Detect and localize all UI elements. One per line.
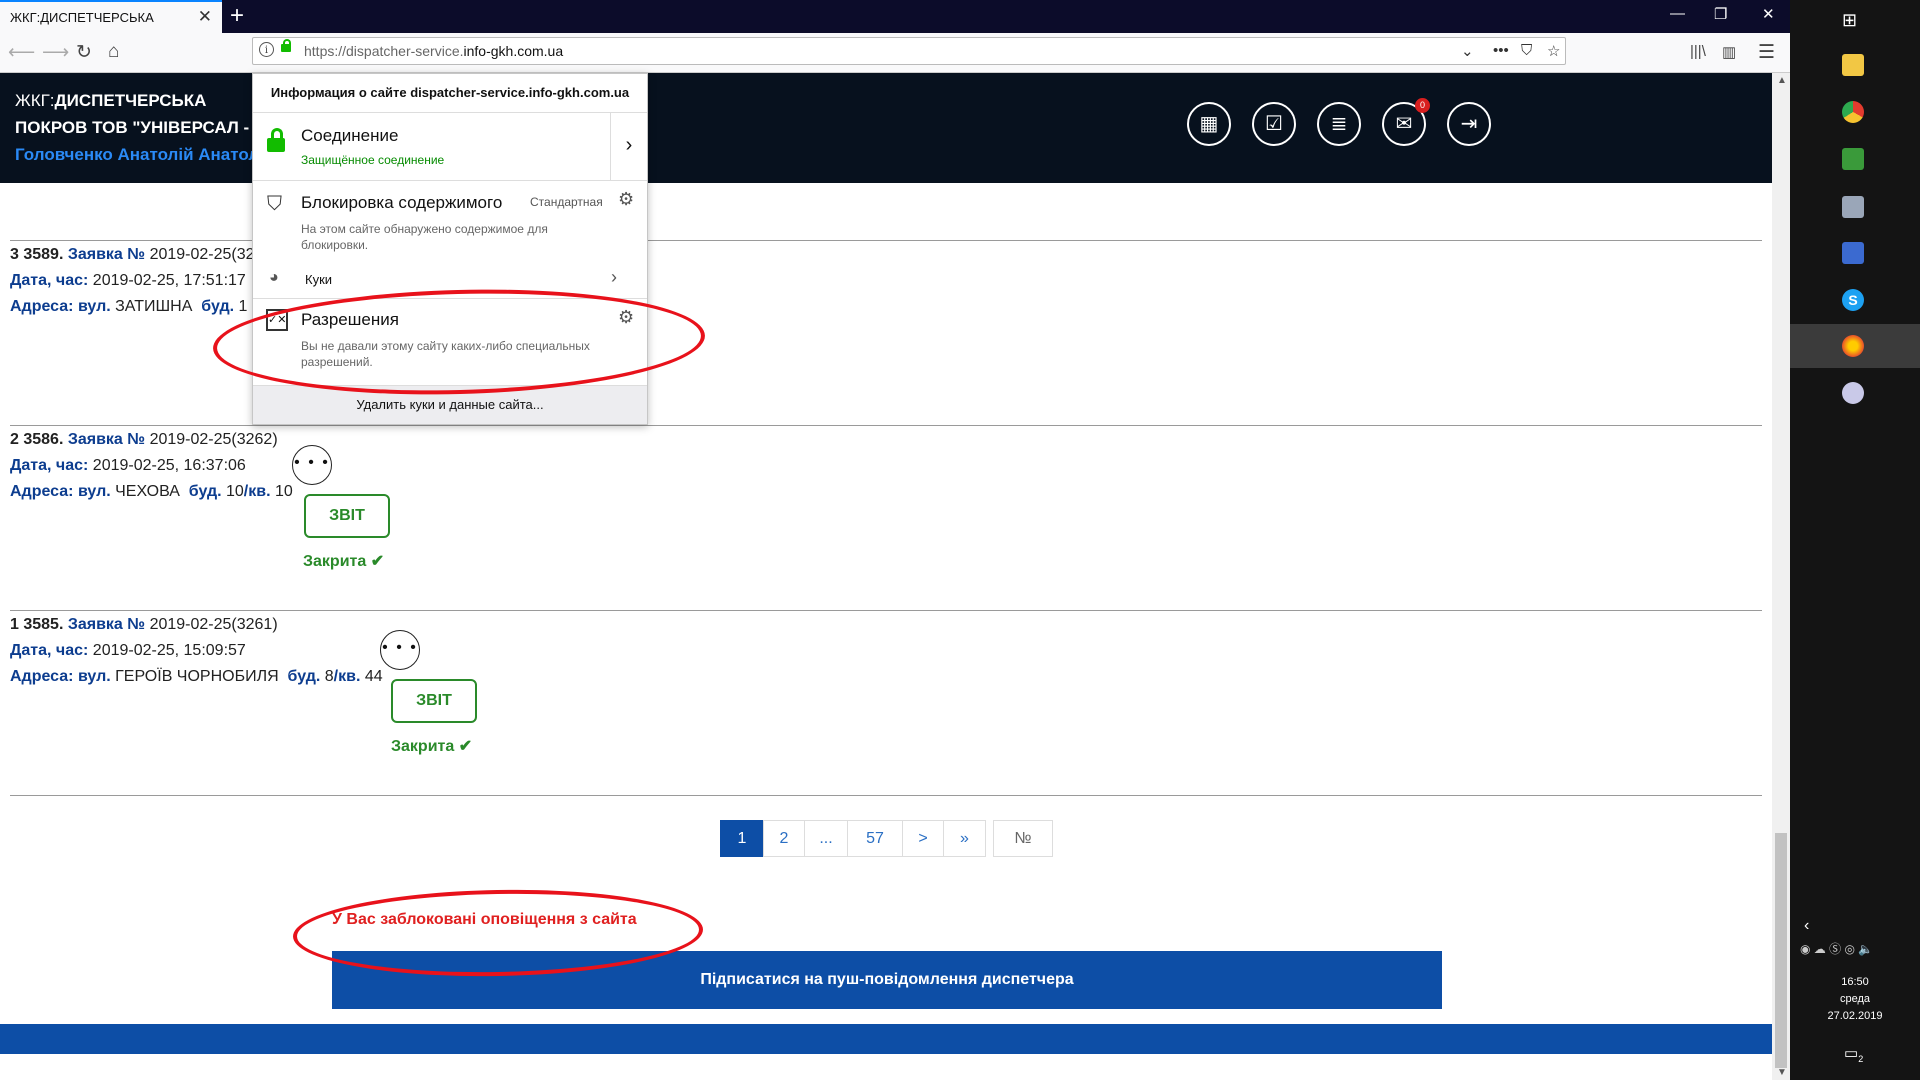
cookie-icon: ◕ [269, 269, 279, 286]
clock-date: 27.02.2019 [1827, 1010, 1883, 1022]
chrome-icon[interactable] [1842, 101, 1864, 123]
more-options-button[interactable]: • • • [292, 445, 332, 485]
new-tab-button[interactable]: + [230, 2, 244, 30]
tab-bar: ЖКГ:ДИСПЕТЧЕРСЬКА ✕ + — ❐ ✕ [0, 0, 1790, 33]
network-app-icon[interactable] [1842, 242, 1864, 264]
file-explorer-icon[interactable] [1842, 54, 1864, 76]
connection-status: Защищённое соединение [301, 153, 445, 167]
skype-icon[interactable]: S [1842, 289, 1864, 311]
connection-title: Соединение [301, 126, 399, 145]
library-icon[interactable]: |||\ [1690, 43, 1706, 60]
url-bar[interactable]: i https://dispatcher-service.info-gkh.co… [252, 37, 1566, 65]
page-ellipsis: ... [804, 820, 848, 857]
page-next[interactable]: > [902, 820, 944, 857]
shield-icon: ⛉ [267, 193, 282, 215]
page-57[interactable]: 57 [847, 820, 903, 857]
scrollbar[interactable]: ▲ ▼ [1772, 73, 1790, 1080]
document-check-icon[interactable]: ☑ [1252, 102, 1296, 146]
gear-icon[interactable]: ⚙ [618, 189, 634, 210]
logout-icon[interactable]: ⇥ [1447, 102, 1491, 146]
tab-close-icon[interactable]: ✕ [198, 7, 212, 27]
page-actions-icon[interactable]: ••• [1493, 42, 1509, 59]
check-icon: ✔ [370, 553, 385, 570]
cookies-label: Куки [305, 272, 333, 287]
app-icon[interactable] [1842, 196, 1864, 218]
site-info-icon[interactable]: i [259, 42, 274, 57]
checklist-icon[interactable]: ≣ [1317, 102, 1361, 146]
organization-name: ПОКРОВ ТОВ "УНІВЕРСАЛ - СЕ [15, 118, 278, 137]
divider [10, 795, 1762, 796]
lock-shackle [271, 128, 283, 141]
app-icon[interactable] [1842, 382, 1864, 404]
page-last[interactable]: » [943, 820, 986, 857]
navigation-bar: ⟵ ⟶ ↻ ⌂ i https://dispatcher-service.inf… [0, 33, 1790, 73]
browser-tab[interactable]: ЖКГ:ДИСПЕТЧЕРСЬКА ✕ [0, 0, 222, 33]
report-button[interactable]: ЗВІТ [391, 679, 477, 723]
tab-title: ЖКГ:ДИСПЕТЧЕРСЬКА [10, 10, 154, 25]
more-options-button[interactable]: • • • [380, 630, 420, 670]
minimize-icon[interactable]: — [1670, 5, 1685, 22]
divider [10, 425, 1762, 426]
system-clock[interactable]: 16:50 среда 27.02.2019 [1790, 974, 1920, 1025]
user-name[interactable]: Головченко Анатолій Анатолі [15, 145, 264, 165]
blocking-mode: Стандартная [530, 195, 603, 209]
chevron-left-icon[interactable]: ‹ [1804, 917, 1809, 935]
restore-icon[interactable]: ❐ [1714, 5, 1727, 23]
chevron-right-icon[interactable]: › [611, 267, 617, 288]
chevron-right-icon[interactable]: › [610, 112, 647, 180]
content-blocking-title: Блокировка содержимого [301, 193, 503, 212]
lock-icon [281, 39, 291, 52]
clock-day: среда [1839, 993, 1871, 1005]
scroll-up-icon[interactable]: ▲ [1777, 75, 1787, 86]
reload-icon[interactable]: ↻ [76, 41, 92, 64]
content-blocking-section: ⛉ Блокировка содержимого Стандартная ⚙ Н… [253, 181, 647, 299]
windows-start-icon[interactable]: ⊞ [1842, 10, 1857, 31]
back-icon[interactable]: ⟵ [8, 41, 35, 64]
status-closed: Закрита ✔ [391, 738, 473, 755]
divider [10, 610, 1762, 611]
scrollbar-thumb[interactable] [1775, 833, 1787, 1068]
pocket-icon[interactable]: ⛉ [1521, 42, 1532, 59]
chevron-down-icon[interactable]: ⌄ [1461, 42, 1474, 60]
url-text[interactable]: https://dispatcher-service.info-gkh.com.… [304, 43, 563, 59]
check-icon: ✔ [458, 738, 473, 755]
tray-icons[interactable]: ◉ ☁ Ⓢ ◎ 🔈 [1800, 940, 1873, 957]
site-title: ЖКГ:ДИСПЕТЧЕРСЬКА [15, 91, 207, 110]
connection-section[interactable]: Соединение Защищённое соединение › [253, 112, 647, 181]
status-closed: Закрита ✔ [303, 553, 385, 570]
notification-center-icon[interactable]: ▭2 [1844, 1044, 1863, 1064]
windows-taskbar: ⊞ S ‹ ◉ ☁ Ⓢ ◎ 🔈 16:50 среда 27.02.2019 ▭… [1790, 0, 1920, 1080]
firefox-icon[interactable] [1842, 335, 1864, 357]
chat-icon[interactable]: ✉ 0 [1382, 98, 1430, 146]
app-icon[interactable] [1842, 148, 1864, 170]
footer-bar [0, 1024, 1772, 1054]
popup-title: Информация о сайте dispatcher-service.in… [253, 74, 647, 113]
forward-icon[interactable]: ⟶ [42, 41, 69, 64]
menu-icon[interactable]: ☰ [1758, 41, 1775, 64]
clock-time: 16:50 [1841, 976, 1869, 988]
content-blocking-desc: На этом сайте обнаружено содержимое для … [301, 222, 548, 252]
page-number-input[interactable]: № [993, 820, 1053, 857]
notification-badge: 0 [1415, 98, 1430, 113]
scroll-down-icon[interactable]: ▼ [1777, 1067, 1787, 1078]
sidebar-icon[interactable]: ▥ [1722, 43, 1736, 61]
calculator-icon[interactable]: ▦ [1187, 102, 1231, 146]
report-button[interactable]: ЗВІТ [304, 494, 390, 538]
close-window-icon[interactable]: ✕ [1762, 5, 1775, 23]
page-2[interactable]: 2 [763, 820, 805, 857]
home-icon[interactable]: ⌂ [108, 41, 119, 63]
page-1[interactable]: 1 [720, 820, 764, 857]
bookmark-star-icon[interactable]: ☆ [1547, 42, 1560, 60]
